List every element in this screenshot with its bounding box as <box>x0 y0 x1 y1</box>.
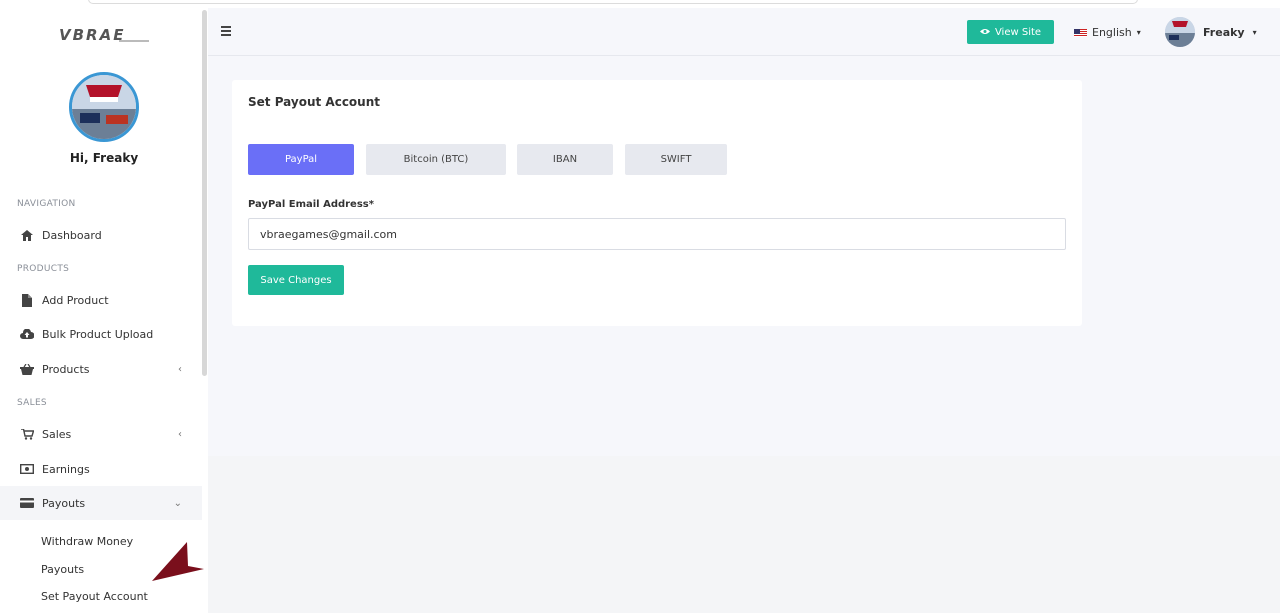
topbar: View Site English ▾ Freaky ▾ <box>208 8 1280 56</box>
language-label: English <box>1092 26 1132 39</box>
sidebar-item-sales[interactable]: Sales ‹ <box>0 417 202 451</box>
view-site-label: View Site <box>994 26 1042 38</box>
file-icon <box>20 293 34 307</box>
tab-paypal[interactable]: PayPal <box>248 144 354 175</box>
chevron-left-icon: ‹ <box>178 428 182 440</box>
avatar <box>1165 17 1195 47</box>
sidebar-item-label: Sales <box>42 427 72 441</box>
sidebar-item-label: Dashboard <box>42 228 102 242</box>
sidebar-item-earnings[interactable]: Earnings <box>0 452 202 486</box>
section-sales: SALES <box>17 398 47 408</box>
eye-icon <box>979 27 990 38</box>
sidebar-subitem-payouts[interactable]: Payouts <box>41 563 84 576</box>
sidebar-item-label: Payouts <box>42 496 86 510</box>
view-site-button[interactable]: View Site <box>967 20 1054 44</box>
tab-bitcoin[interactable]: Bitcoin (BTC) <box>366 144 506 175</box>
paypal-email-field[interactable] <box>248 218 1066 250</box>
section-products: PRODUCTS <box>17 264 70 274</box>
tab-swift[interactable]: SWIFT <box>625 144 727 175</box>
payout-account-card: Set Payout Account PayPal Bitcoin (BTC) … <box>232 80 1082 326</box>
caret-down-icon: ▾ <box>1252 27 1257 37</box>
user-menu[interactable]: Freaky ▾ <box>1165 17 1257 47</box>
greeting: Hi, Freaky <box>69 151 139 165</box>
arrow-pointer-icon <box>152 542 204 581</box>
credit-card-icon <box>20 496 34 510</box>
avatar <box>69 72 139 142</box>
menu-toggle-icon[interactable] <box>221 26 231 36</box>
address-bar[interactable] <box>88 0 1138 4</box>
save-changes-button[interactable]: Save Changes <box>248 265 344 295</box>
us-flag-icon <box>1074 28 1087 37</box>
sidebar-item-bulk-upload[interactable]: Bulk Product Upload <box>0 317 202 351</box>
sidebar-item-label: Earnings <box>42 462 90 476</box>
paypal-email-label: PayPal Email Address* <box>248 199 374 210</box>
sidebar-item-payouts[interactable]: Payouts ⌄ <box>0 486 202 520</box>
sidebar-item-products[interactable]: Products ‹ <box>0 352 202 386</box>
tab-iban[interactable]: IBAN <box>517 144 613 175</box>
svg-text:VBRAE: VBRAE <box>59 26 125 44</box>
chevron-left-icon: ‹ <box>178 363 182 375</box>
section-navigation: NAVIGATION <box>17 199 76 209</box>
username: Freaky <box>1203 25 1245 39</box>
sidebar-subitem-withdraw-money[interactable]: Withdraw Money <box>41 535 133 548</box>
sidebar-item-add-product[interactable]: Add Product <box>0 283 202 317</box>
language-selector[interactable]: English ▾ <box>1074 26 1141 39</box>
cloud-upload-icon <box>20 327 34 341</box>
home-icon <box>20 228 34 242</box>
browser-top-strip <box>0 0 1280 8</box>
basket-icon <box>20 362 34 376</box>
sidebar: VBRAE Hi, Freaky NAVIGATION Dashboard PR… <box>0 8 208 613</box>
sidebar-item-label: Bulk Product Upload <box>42 327 154 341</box>
cart-icon <box>20 427 34 441</box>
sidebar-item-dashboard[interactable]: Dashboard <box>0 218 202 252</box>
chevron-down-icon: ⌄ <box>173 497 182 509</box>
content-background <box>208 456 1280 613</box>
sidebar-item-label: Add Product <box>42 293 109 307</box>
sidebar-subitem-set-payout-account[interactable]: Set Payout Account <box>41 590 148 603</box>
money-icon <box>20 462 34 476</box>
sidebar-item-label: Products <box>42 362 90 376</box>
caret-down-icon: ▾ <box>1136 28 1141 37</box>
page-title: Set Payout Account <box>248 95 380 109</box>
sidebar-scrollbar[interactable] <box>202 10 207 376</box>
vbrae-logo[interactable]: VBRAE <box>57 26 151 44</box>
